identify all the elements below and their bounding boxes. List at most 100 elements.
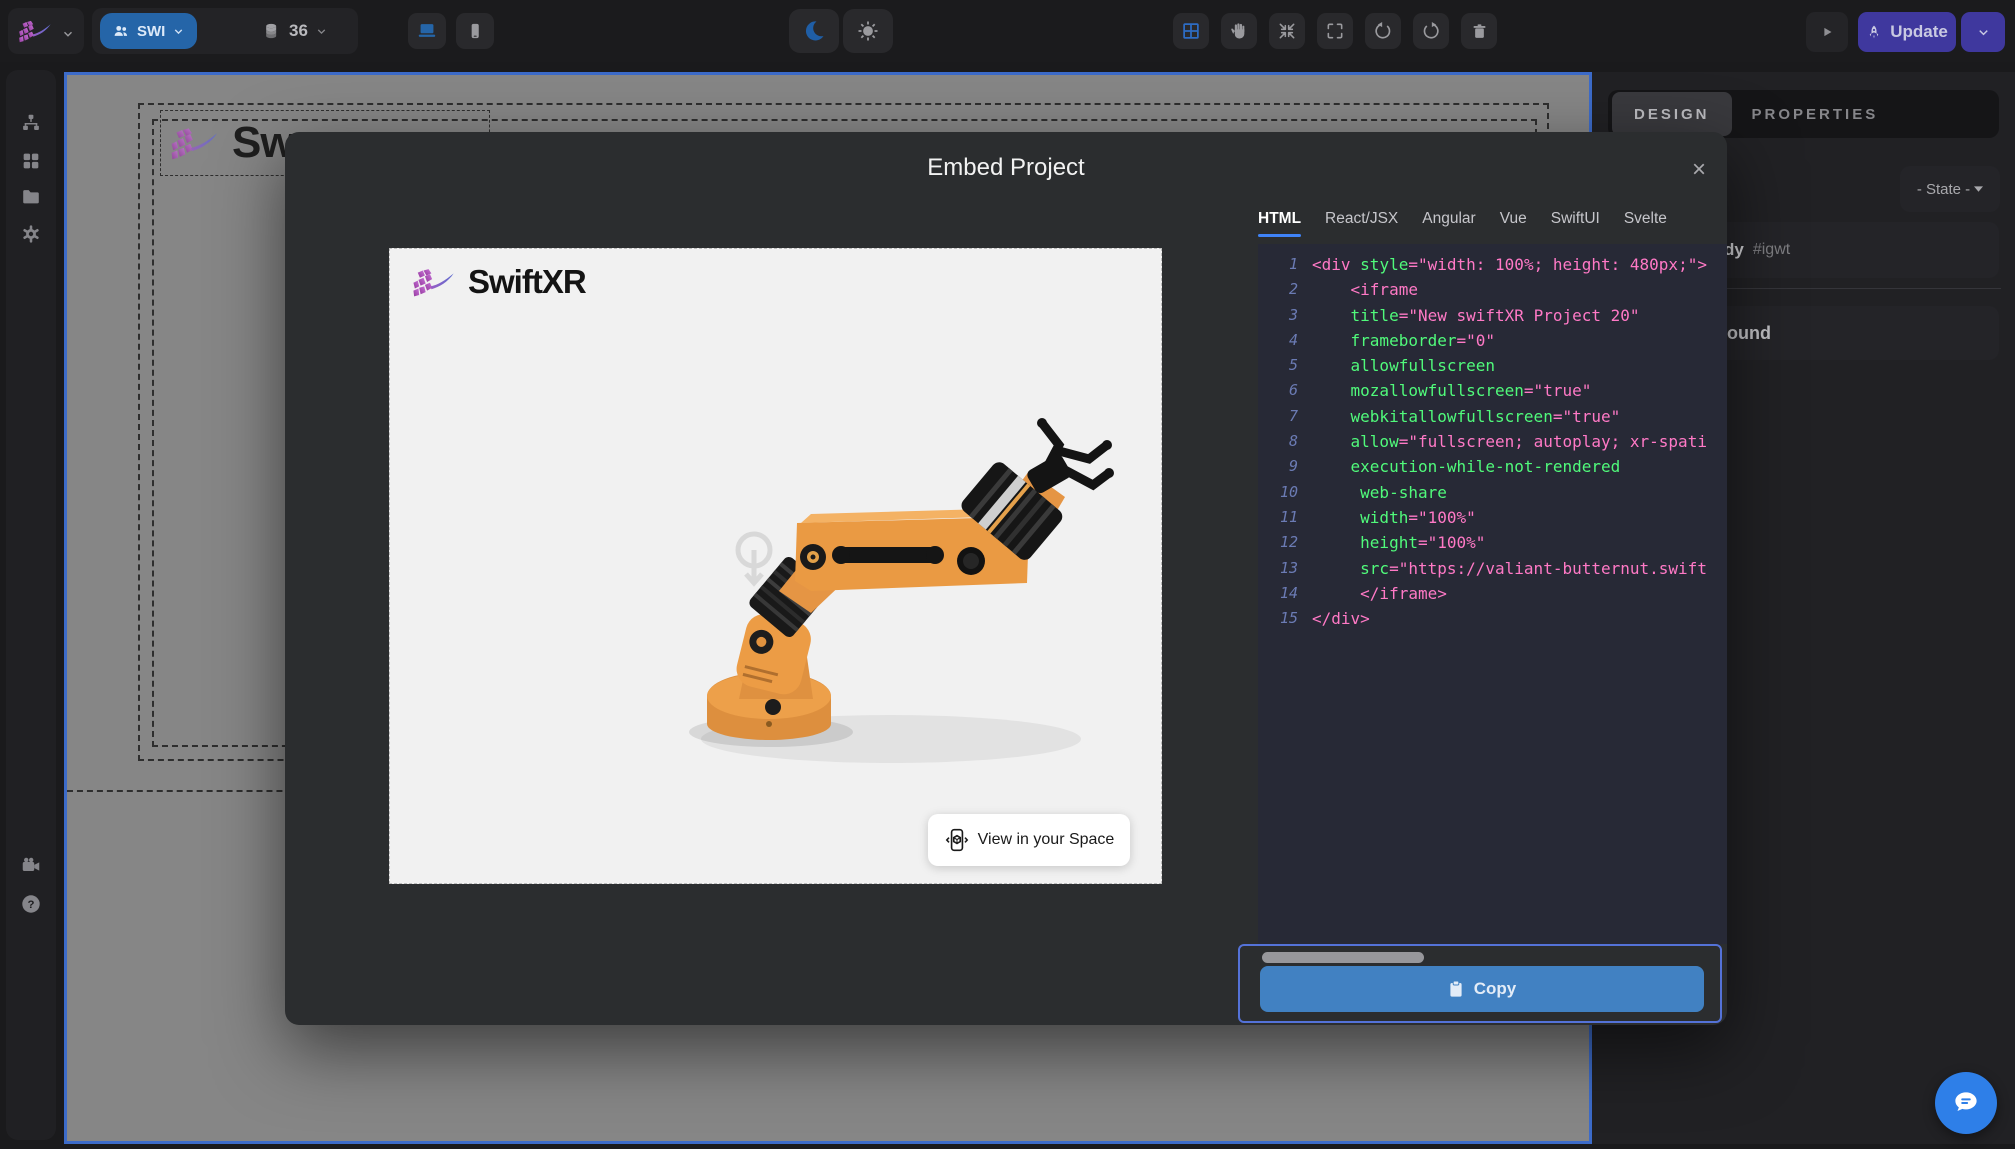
svg-text:?: ? xyxy=(28,899,35,911)
code-line: 9 execution-while-not-rendered xyxy=(1268,454,1727,479)
grid-icon xyxy=(1180,20,1202,42)
element-id: #igwt xyxy=(1753,241,1790,259)
update-label: Update xyxy=(1890,22,1948,42)
credits-count: 36 xyxy=(289,21,308,41)
fullscreen-icon xyxy=(1325,21,1345,41)
embed-preview: SwiftXR xyxy=(389,248,1162,884)
update-button[interactable]: Update xyxy=(1858,12,1956,52)
undo-icon xyxy=(1373,21,1393,41)
code-line: 8 allow="fullscreen; autoplay; xr-spati xyxy=(1268,429,1727,454)
preview-brand: SwiftXR xyxy=(412,263,586,301)
sun-icon xyxy=(856,19,880,43)
swiftxr-logo-icon xyxy=(170,121,222,165)
embed-project-modal: Embed Project × SwiftXR xyxy=(285,132,1727,1025)
clipboard-icon xyxy=(1448,980,1464,998)
code-tab-swiftui[interactable]: SwiftUI xyxy=(1551,210,1600,237)
grid-view-button[interactable] xyxy=(1173,13,1209,49)
chevron-down-icon xyxy=(172,25,185,38)
robot-arm-3d-model[interactable] xyxy=(661,401,1141,781)
project-menu-button[interactable] xyxy=(8,8,84,54)
close-icon[interactable]: × xyxy=(1681,152,1717,188)
swiftxr-editor: SWI 36 xyxy=(0,0,2015,1149)
tab-design[interactable]: DESIGN xyxy=(1612,92,1732,136)
dark-mode-button[interactable] xyxy=(789,9,839,53)
collapse-arrows-icon xyxy=(1277,21,1297,41)
code-line: 7 webkitallowfullscreen="true" xyxy=(1268,404,1727,429)
code-line: 12 height="100%" xyxy=(1268,530,1727,555)
trash-icon xyxy=(1470,22,1489,41)
moon-icon xyxy=(802,19,826,43)
redo-icon xyxy=(1421,21,1441,41)
code-tab-html[interactable]: HTML xyxy=(1258,210,1301,237)
code-line: 4 frameborder="0" xyxy=(1268,328,1727,353)
mobile-view-button[interactable] xyxy=(456,13,494,49)
element-selector-row[interactable]: dy #igwt xyxy=(1692,222,1999,278)
tab-properties[interactable]: PROPERTIES xyxy=(1732,106,1899,123)
credits-dropdown[interactable]: 36 xyxy=(262,18,328,44)
code-tab-angular[interactable]: Angular xyxy=(1422,210,1475,237)
swiftxr-logo-icon xyxy=(412,263,458,301)
light-mode-button[interactable] xyxy=(843,9,893,53)
state-dropdown[interactable]: - State - xyxy=(1900,166,2000,212)
background-row[interactable]: round xyxy=(1692,306,1999,360)
drag-hint-icon xyxy=(738,534,770,583)
settings-gear-icon[interactable] xyxy=(20,223,42,245)
coins-icon xyxy=(262,21,282,41)
delete-button[interactable] xyxy=(1461,13,1497,49)
code-tab-vue[interactable]: Vue xyxy=(1500,210,1527,237)
phone-icon xyxy=(465,21,485,41)
recorder-camera-icon[interactable] xyxy=(20,855,42,877)
chevron-down-icon xyxy=(315,25,328,38)
play-icon xyxy=(1818,23,1836,41)
code-line: 6 mozallowfullscreen="true" xyxy=(1268,378,1727,403)
preview-brand-text: SwiftXR xyxy=(468,263,586,301)
swiftxr-logo-icon xyxy=(18,17,54,45)
chat-bubble-icon xyxy=(1949,1086,1983,1120)
workspace-label: SWI xyxy=(137,23,165,40)
workspace-switcher[interactable]: SWI xyxy=(100,13,197,49)
code-line: 14 </iframe> xyxy=(1268,581,1727,606)
view-in-space-label: View in your Space xyxy=(978,831,1115,849)
canvas-brand-element[interactable]: Sw xyxy=(170,118,294,168)
copy-section: Copy xyxy=(1238,944,1722,1023)
collapse-button[interactable] xyxy=(1269,13,1305,49)
fullscreen-button[interactable] xyxy=(1317,13,1353,49)
preview-play-button[interactable] xyxy=(1806,12,1848,52)
code-line: 2 <iframe xyxy=(1268,277,1727,302)
redo-button[interactable] xyxy=(1413,13,1449,49)
code-line: 13 src="https://valiant-butternut.swift xyxy=(1268,556,1727,581)
code-tab-svelte[interactable]: Svelte xyxy=(1624,210,1667,237)
inspector-tabs: DESIGN PROPERTIES xyxy=(1608,90,1999,138)
support-chat-button[interactable] xyxy=(1935,1072,1997,1134)
horizontal-scrollbar[interactable] xyxy=(1262,952,1424,963)
hand-icon xyxy=(1229,21,1249,41)
copy-button[interactable]: Copy xyxy=(1260,966,1704,1012)
view-in-space-button[interactable]: View in your Space xyxy=(928,814,1130,866)
code-tab-react-jsx[interactable]: React/JSX xyxy=(1325,210,1398,237)
embed-code-panel[interactable]: 1<div style="width: 100%; height: 480px;… xyxy=(1258,244,1727,944)
top-toolbar: SWI 36 xyxy=(0,0,2015,62)
undo-button[interactable] xyxy=(1365,13,1401,49)
code-line: 5 allowfullscreen xyxy=(1268,353,1727,378)
help-icon[interactable]: ? xyxy=(20,893,42,915)
pan-tool-button[interactable] xyxy=(1221,13,1257,49)
assets-folder-icon[interactable] xyxy=(20,186,42,208)
rocket-icon xyxy=(1866,24,1882,40)
update-options-button[interactable] xyxy=(1961,12,2005,52)
code-line: 1<div style="width: 100%; height: 480px;… xyxy=(1268,252,1727,277)
background-label-fragment: round xyxy=(1720,323,1771,344)
components-grid-icon[interactable] xyxy=(20,150,42,172)
desktop-view-button[interactable] xyxy=(408,13,446,49)
left-sidebar: ? xyxy=(6,70,56,1140)
copy-label: Copy xyxy=(1474,979,1517,999)
state-dropdown-label: - State - xyxy=(1917,181,1970,198)
code-line: 11 width="100%" xyxy=(1268,505,1727,530)
code-language-tabs: HTML React/JSX Angular Vue SwiftUI Svelte xyxy=(1258,210,1667,237)
chevron-down-icon xyxy=(1976,25,1991,40)
modal-title: Embed Project xyxy=(285,154,1727,182)
hierarchy-icon[interactable] xyxy=(20,112,42,134)
code-line: 10 web-share xyxy=(1268,480,1727,505)
laptop-icon xyxy=(416,20,438,42)
code-line: 15</div> xyxy=(1268,606,1727,631)
ar-phone-icon xyxy=(944,827,970,853)
